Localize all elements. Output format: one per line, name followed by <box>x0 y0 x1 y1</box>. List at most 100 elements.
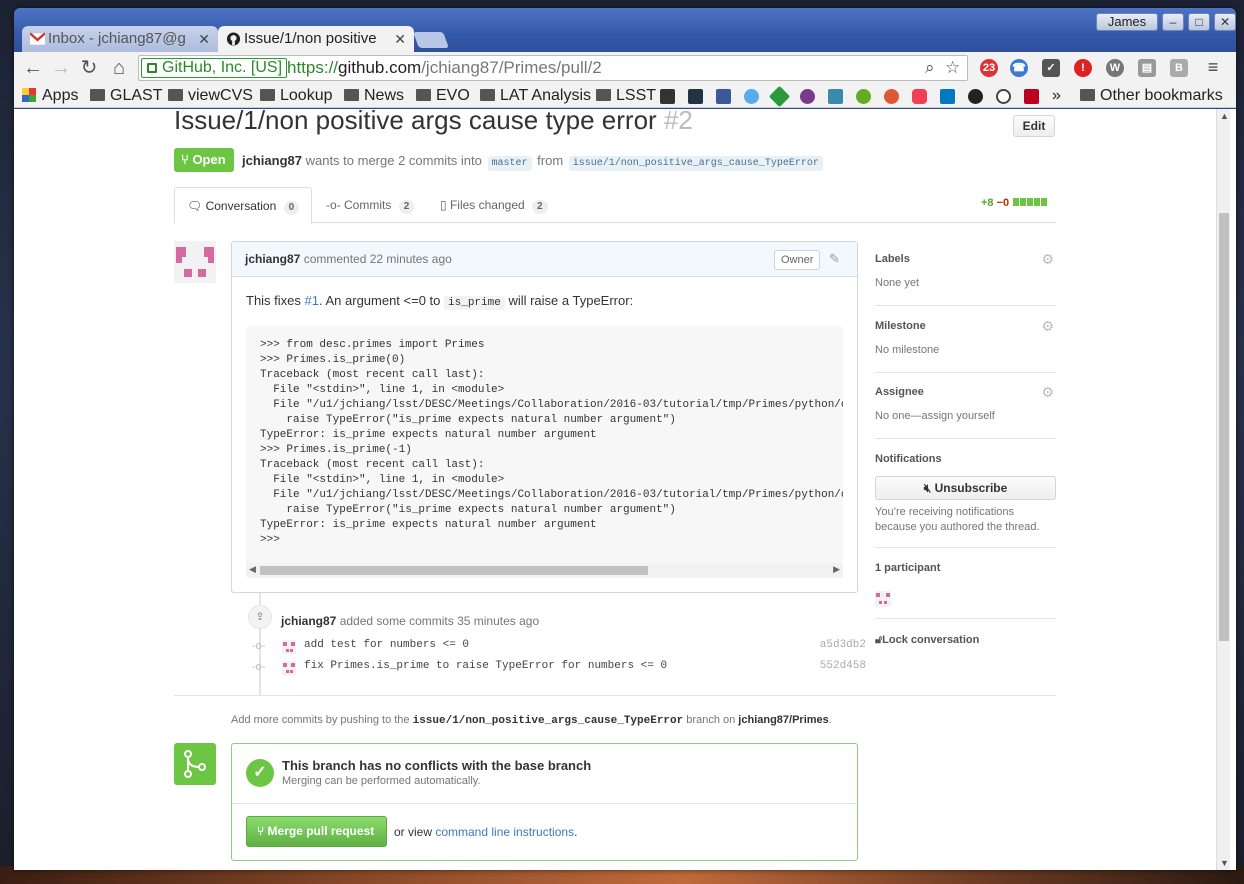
comment-author[interactable]: jchiang87 <box>245 252 300 266</box>
code-line: >>> from desc.primes import Primes <box>260 339 485 351</box>
security-indicator[interactable]: GitHub, Inc. [US] <box>141 58 288 78</box>
lock-conversation-link[interactable]: 🔓︎Lock conversation <box>875 634 979 647</box>
pocket-icon[interactable] <box>912 89 927 104</box>
bookmark-folder-other[interactable]: Other bookmarks <box>1080 86 1223 106</box>
star-icon[interactable]: ☆ <box>945 56 960 80</box>
back-arrow-icon[interactable]: ← <box>20 56 46 80</box>
profile-button[interactable]: James <box>1096 13 1158 31</box>
bookmarks-overflow[interactable]: » <box>1052 86 1061 106</box>
comment-time[interactable]: commented 22 minutes ago <box>304 252 452 266</box>
horizontal-scrollbar[interactable]: ◀ ▶ <box>246 563 843 578</box>
diffstat[interactable]: +8 −0 <box>981 197 1048 209</box>
base-branch[interactable]: master <box>487 156 532 171</box>
wikipedia-extension-icon[interactable]: W <box>1106 59 1124 77</box>
avatar-pixel <box>291 642 295 646</box>
commits-author[interactable]: jchiang87 <box>281 614 336 628</box>
chat-icon[interactable] <box>996 89 1011 104</box>
bookmark-tools-icon[interactable] <box>660 89 675 104</box>
tab-conversation[interactable]: 🗨 Conversation 0 <box>174 187 313 224</box>
scroll-up-icon[interactable]: ▲ <box>1220 111 1229 121</box>
bookmark-purple-icon[interactable] <box>800 89 815 104</box>
scrollbar-thumb[interactable] <box>1219 213 1229 641</box>
bookmark-frog-icon[interactable] <box>856 89 871 104</box>
reader-extension-icon[interactable]: B <box>1170 59 1188 77</box>
github-icon[interactable] <box>968 89 983 104</box>
commit-message[interactable]: add test for numbers <= 0 <box>304 639 469 651</box>
bookmark-folder-lookup[interactable]: Lookup <box>260 86 333 106</box>
scroll-left-icon[interactable]: ◀ <box>249 564 256 575</box>
bookmark-s-icon[interactable] <box>1024 89 1039 104</box>
gear-icon[interactable]: ⚙ <box>1041 384 1054 401</box>
vertical-scrollbar[interactable]: ▲ ▼ <box>1216 109 1230 870</box>
bookmark-folder-evo[interactable]: EVO <box>416 86 470 106</box>
bookmark-folder-lat-analysis[interactable]: LAT Analysis <box>480 86 591 106</box>
edit-title-button[interactable]: Edit <box>1013 115 1055 137</box>
tab-files-changed[interactable]: ▯ Files changed 2 <box>428 187 560 223</box>
home-icon[interactable]: ⌂ <box>106 56 132 80</box>
bookmark-apps[interactable]: Apps <box>22 86 78 106</box>
commit-sha[interactable]: a5d3db2 <box>820 639 866 651</box>
menu-icon[interactable]: ≡ <box>1204 58 1222 78</box>
zoom-icon[interactable]: ⌕ <box>925 56 935 80</box>
adblock-extension-icon[interactable]: ! <box>1074 59 1092 77</box>
head-branch[interactable]: issue/1/non_positive_args_cause_TypeErro… <box>568 156 823 171</box>
author-link[interactable]: jchiang87 <box>242 153 302 168</box>
code-line: >>> Primes.is_prime(0) <box>260 354 406 366</box>
code-block: >>> from desc.primes import Primes >>> Pr… <box>246 326 843 578</box>
scrollbar-thumb[interactable] <box>260 566 648 575</box>
unsubscribe-button[interactable]: 🔇︎ Unsubscribe <box>875 476 1056 500</box>
slack-icon[interactable] <box>828 89 843 104</box>
close-window-button[interactable]: ✕ <box>1214 13 1236 31</box>
avatar[interactable] <box>282 640 296 654</box>
minimize-button[interactable]: – <box>1162 13 1184 31</box>
extension-badge-icon[interactable]: 23 <box>980 59 998 77</box>
merge-pull-request-button[interactable]: ⑂ Merge pull request <box>246 816 387 847</box>
bookmark-folder-news[interactable]: News <box>344 86 404 106</box>
address-bar[interactable]: GitHub, Inc. [US] https://github.com/jch… <box>138 55 968 81</box>
close-icon[interactable]: ✕ <box>198 26 210 52</box>
avatar[interactable] <box>875 591 891 607</box>
scroll-right-icon[interactable]: ▶ <box>833 564 840 575</box>
forward-arrow-icon[interactable]: → <box>48 56 74 80</box>
pocket-extension-icon[interactable]: ✓ <box>1042 59 1060 77</box>
comment-text: will raise a TypeError: <box>504 293 634 308</box>
bookmark-nasa-icon[interactable] <box>688 89 703 104</box>
pencil-icon[interactable]: ✎ <box>829 251 840 267</box>
tab-commits[interactable]: -o- Commits 2 <box>314 187 426 223</box>
bookmark-label: EVO <box>436 87 470 104</box>
tab-github-pr[interactable]: Issue/1/non positive ✕ <box>218 26 414 52</box>
trello-icon[interactable] <box>940 89 955 104</box>
facebook-icon[interactable] <box>716 89 731 104</box>
gear-icon[interactable]: ⚙ <box>1041 251 1054 268</box>
bookmark-folder-lsst[interactable]: LSST <box>596 86 656 106</box>
bookmark-folder-glast[interactable]: GLAST <box>90 86 162 106</box>
close-icon[interactable]: ✕ <box>394 26 406 52</box>
sidebar-heading: Milestone <box>875 320 926 332</box>
new-tab-button[interactable] <box>413 32 449 48</box>
code-line: Traceback (most recent call last): <box>260 369 485 381</box>
commit-sha[interactable]: 552d458 <box>820 660 866 672</box>
tabs-extension-icon[interactable]: ▤ <box>1138 59 1156 77</box>
bookmark-folder-viewcvs[interactable]: viewCVS <box>168 86 253 106</box>
duckduckgo-icon[interactable] <box>884 89 899 104</box>
folder-icon <box>480 89 495 101</box>
file-diff-icon: ▯ <box>440 198 447 212</box>
maximize-button[interactable]: □ <box>1188 13 1210 31</box>
reload-icon[interactable]: ↻ <box>76 56 102 80</box>
issue-link[interactable]: #1 <box>305 293 319 308</box>
comment-meta: jchiang87 commented 22 minutes ago <box>245 252 452 266</box>
phone-extension-icon[interactable]: ☎ <box>1010 59 1028 77</box>
feedly-icon[interactable] <box>768 85 791 108</box>
commit-message[interactable]: fix Primes.is_prime to raise TypeError f… <box>304 660 667 672</box>
scroll-down-icon[interactable]: ▼ <box>1220 858 1229 868</box>
assign-yourself-link[interactable]: No one—assign yourself <box>875 410 995 422</box>
twitter-icon[interactable] <box>744 89 759 104</box>
avatar[interactable] <box>282 661 296 675</box>
bookmark-label: Other bookmarks <box>1100 87 1223 104</box>
tab-gmail[interactable]: Inbox - jchiang87@g ✕ <box>22 26 218 52</box>
mute-icon: 🔇︎ <box>923 481 935 495</box>
gear-icon[interactable]: ⚙ <box>1041 318 1054 335</box>
command-line-instructions-link[interactable]: command line instructions <box>435 825 574 839</box>
avatar[interactable] <box>174 241 216 283</box>
avatar-pixel <box>283 663 287 667</box>
